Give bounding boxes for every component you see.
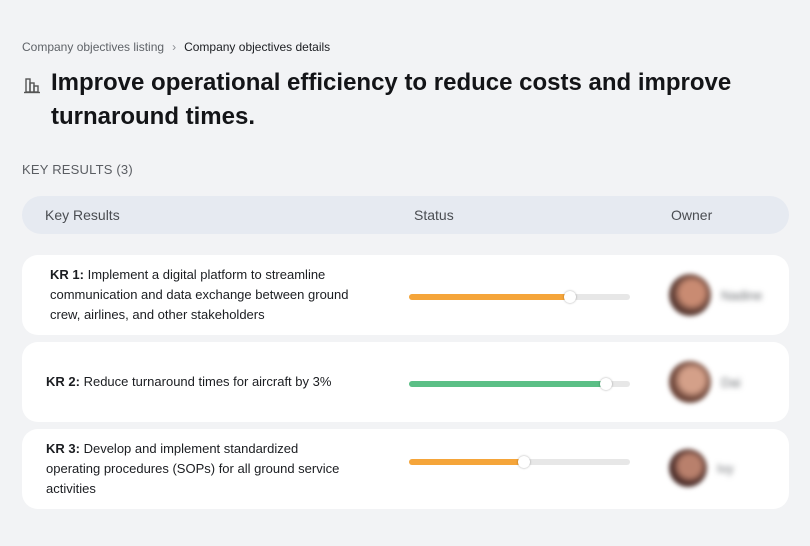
owner-name: Ivy [717, 460, 734, 476]
key-results-count-label: KEY RESULTS (3) [22, 162, 133, 177]
progress-fill [409, 381, 606, 387]
key-result-label: KR 3: [46, 441, 80, 456]
key-result-text: Develop and implement standardized opera… [46, 441, 340, 496]
owner[interactable]: Dai [669, 361, 741, 403]
key-result-label: KR 1: [50, 267, 84, 282]
progress-slider-handle[interactable] [564, 291, 577, 303]
key-result-description: KR 1: Implement a digital platform to st… [50, 265, 370, 325]
progress-bar [409, 456, 630, 468]
avatar [669, 361, 711, 403]
key-result-row[interactable]: KR 2: Reduce turnaround times for aircra… [22, 342, 789, 422]
progress-fill [409, 294, 571, 300]
key-result-row[interactable]: KR 3: Develop and implement standardized… [22, 429, 789, 509]
column-header-key-results: Key Results [45, 207, 120, 223]
page-title: Improve operational efficiency to reduce… [51, 69, 732, 130]
progress-fill [409, 459, 524, 465]
objective-header: Improve operational efficiency to reduce… [22, 66, 782, 134]
building-chart-icon [24, 78, 40, 94]
key-result-description: KR 3: Develop and implement standardized… [46, 439, 346, 499]
key-result-description: KR 2: Reduce turnaround times for aircra… [46, 372, 386, 392]
key-result-text: Reduce turnaround times for aircraft by … [83, 374, 332, 389]
owner[interactable]: Nadine [669, 274, 762, 316]
avatar [669, 449, 707, 487]
chevron-right-icon: › [172, 40, 177, 54]
avatar [669, 274, 711, 316]
progress-bar [409, 378, 630, 390]
column-header-owner: Owner [671, 207, 713, 223]
key-result-row[interactable]: KR 1: Implement a digital platform to st… [22, 255, 789, 335]
progress-bar [409, 291, 630, 303]
breadcrumb-current: Company objectives details [184, 40, 331, 54]
progress-slider-handle[interactable] [599, 378, 612, 390]
breadcrumb-parent-link[interactable]: Company objectives listing [22, 40, 164, 54]
owner-name: Dai [721, 374, 741, 390]
progress-slider-handle[interactable] [517, 456, 530, 468]
breadcrumb: Company objectives listing › Company obj… [22, 40, 330, 54]
owner[interactable]: Ivy [669, 449, 734, 487]
key-result-label: KR 2: [46, 374, 80, 389]
objective-details-page: Company objectives listing › Company obj… [0, 0, 810, 546]
column-header-status: Status [414, 207, 454, 223]
key-results-table-header: Key Results Status Owner [22, 196, 789, 234]
owner-name: Nadine [721, 287, 763, 303]
key-result-text: Implement a digital platform to streamli… [50, 267, 349, 322]
